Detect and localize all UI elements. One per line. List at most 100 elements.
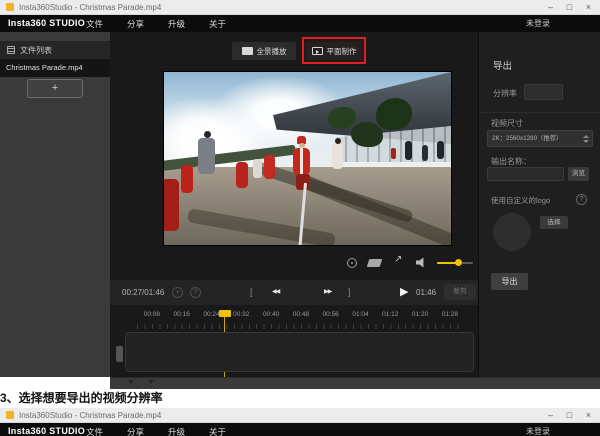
flat-edit-icon (312, 47, 323, 55)
trim-button[interactable]: 裁剪 (444, 284, 476, 300)
menu-item[interactable]: 升级 (168, 426, 185, 436)
window2-titlebar: Insta360Studio - Christmas Parade.mp4 – … (0, 408, 600, 423)
file-list-label: 文件列表 (20, 45, 52, 56)
scene-person-white (253, 159, 262, 178)
ruler-tick-marks (137, 324, 465, 329)
panorama-play-button[interactable]: 全景播放 (232, 42, 296, 60)
help-circle-icon[interactable]: ? (190, 287, 201, 298)
app-brand: Insta360 STUDIO (8, 423, 85, 436)
transport-bar: 00:27/01:46 + ? [ ◀◀ ▶ ▶▶ ] 01:46 裁剪 (110, 280, 478, 305)
app-brand: Insta360 STUDIO (8, 15, 85, 32)
trim-in-icon[interactable]: [ (250, 280, 253, 305)
prev-frame-icon[interactable]: ◀◀ (272, 280, 279, 305)
menu-item[interactable]: 关于 (209, 18, 226, 30)
screenshot-root: Insta360Studio - Christmas Parade.mp4 – … (0, 0, 600, 436)
timeline-track[interactable] (125, 332, 474, 372)
current-timecode: 00:27/01:46 (122, 280, 164, 305)
logo-select-button[interactable]: 选择 (540, 216, 568, 229)
scene-santa-body (293, 148, 310, 175)
timeline-scroll-handle[interactable] (116, 346, 123, 362)
resolution-label: 分辨率 (493, 88, 517, 99)
scene-person-head (204, 131, 211, 138)
video-size-value: 2K：2560x1280（推荐） (492, 135, 562, 142)
ruler-tick: 01:12 (375, 311, 405, 323)
scene-person-silhouette (422, 145, 428, 161)
scene-person-red (181, 165, 193, 193)
file-item-selected[interactable]: Christmas Parade.mp4 (0, 59, 110, 77)
panorama-play-label: 全景播放 (257, 46, 287, 57)
duration-timecode: 01:46 (416, 280, 436, 305)
close-icon[interactable]: × (579, 408, 598, 423)
minimize-icon[interactable]: – (541, 0, 560, 15)
timeline-ruler[interactable]: 00:0800:1600:2400:3200:4000:4800:5601:04… (137, 311, 465, 323)
scene-person-red (236, 162, 248, 188)
menu-item[interactable]: 文件 (86, 426, 103, 436)
ruler-tick: 00:16 (167, 311, 197, 323)
ruler-tick: 00:56 (316, 311, 346, 323)
trim-out-icon[interactable]: ] (348, 280, 351, 305)
list-icon (7, 46, 15, 54)
window-controls: – □ × (541, 0, 598, 15)
playhead-handle[interactable] (219, 310, 231, 317)
ruler-tick: 00:08 (137, 311, 167, 323)
fullscreen-icon[interactable]: ↗ (394, 254, 402, 265)
logo-preview-circle[interactable] (493, 213, 531, 251)
login-status[interactable]: 未登录 (526, 15, 550, 32)
menu-item[interactable]: 分享 (127, 18, 144, 30)
export-button[interactable]: 导出 (491, 273, 528, 290)
window-titlebar: Insta360Studio - Christmas Parade.mp4 – … (0, 0, 600, 15)
timeline-scrollbar-band[interactable] (110, 377, 600, 389)
menu-item[interactable]: 关于 (209, 426, 226, 436)
resolution-value-box[interactable] (524, 84, 563, 100)
browse-button[interactable]: 浏览 (568, 167, 589, 181)
video-size-select[interactable]: 2K：2560x1280（推荐） (487, 130, 593, 147)
next-frame-icon[interactable]: ▶▶ (324, 280, 331, 305)
output-name-label: 输出名称： (491, 156, 531, 167)
flat-edit-button[interactable]: 平面制作 (306, 42, 362, 60)
ruler-tick: 01:04 (346, 311, 376, 323)
panel-divider (479, 112, 600, 113)
volume-icon[interactable] (416, 257, 428, 268)
spinner-up-icon[interactable] (583, 135, 589, 138)
menu-items: 文件 分享 升级 关于 (86, 423, 226, 436)
volume-slider-knob[interactable] (455, 259, 462, 266)
main-area: 文件列表 Christmas Parade.mp4 + 全景播放 平面制作 (0, 32, 600, 377)
window-title: Insta360Studio - Christmas Parade.mp4 (19, 0, 161, 15)
screen-mode-icon[interactable] (367, 259, 383, 267)
menu-items: 文件 分享 升级 关于 (86, 15, 226, 32)
flat-edit-label: 平面制作 (327, 46, 357, 57)
scene-person-white (332, 143, 343, 169)
menu-item[interactable]: 分享 (127, 426, 144, 436)
ruler-tick: 00:48 (286, 311, 316, 323)
app-icon (6, 411, 14, 419)
file-list-header: 文件列表 (0, 41, 110, 59)
app-icon (6, 3, 14, 11)
login-status[interactable]: 未登录 (526, 423, 550, 436)
reset-view-icon[interactable] (347, 258, 357, 268)
maximize-icon[interactable]: □ (560, 0, 579, 15)
window2-title: Insta360Studio - Christmas Parade.mp4 (19, 408, 161, 423)
timeline-zoom-in-icon[interactable]: + (172, 287, 183, 298)
file-sidebar: 文件列表 Christmas Parade.mp4 + (0, 32, 110, 377)
custom-logo-label: 使用自定义的logo (491, 195, 550, 206)
menu-bar: Insta360 STUDIO 文件 分享 升级 关于 未登录 (0, 15, 600, 32)
scene-person-red (163, 179, 179, 231)
menu-item[interactable]: 文件 (86, 18, 103, 30)
scene-person-silhouette (405, 141, 412, 160)
maximize-icon[interactable]: □ (560, 408, 579, 423)
tutorial-step-caption: 3、选择想要导出的视频分辨率 (0, 389, 600, 408)
video-preview[interactable] (163, 71, 452, 246)
spinner-down-icon[interactable] (583, 140, 589, 143)
ruler-tick: 01:20 (405, 311, 435, 323)
scene-person-gray (198, 138, 215, 174)
play-icon[interactable]: ▶ (400, 280, 408, 305)
menu-item[interactable]: 升级 (168, 18, 185, 30)
logo-help-icon[interactable]: ? (576, 194, 587, 205)
add-file-button[interactable]: + (27, 79, 83, 98)
minimize-icon[interactable]: – (541, 408, 560, 423)
close-icon[interactable]: × (579, 0, 598, 15)
scene-palm-tree (351, 122, 383, 147)
ruler-tick: 01:28 (435, 311, 465, 323)
scene-person-red (391, 148, 396, 159)
output-name-input[interactable] (487, 167, 564, 181)
